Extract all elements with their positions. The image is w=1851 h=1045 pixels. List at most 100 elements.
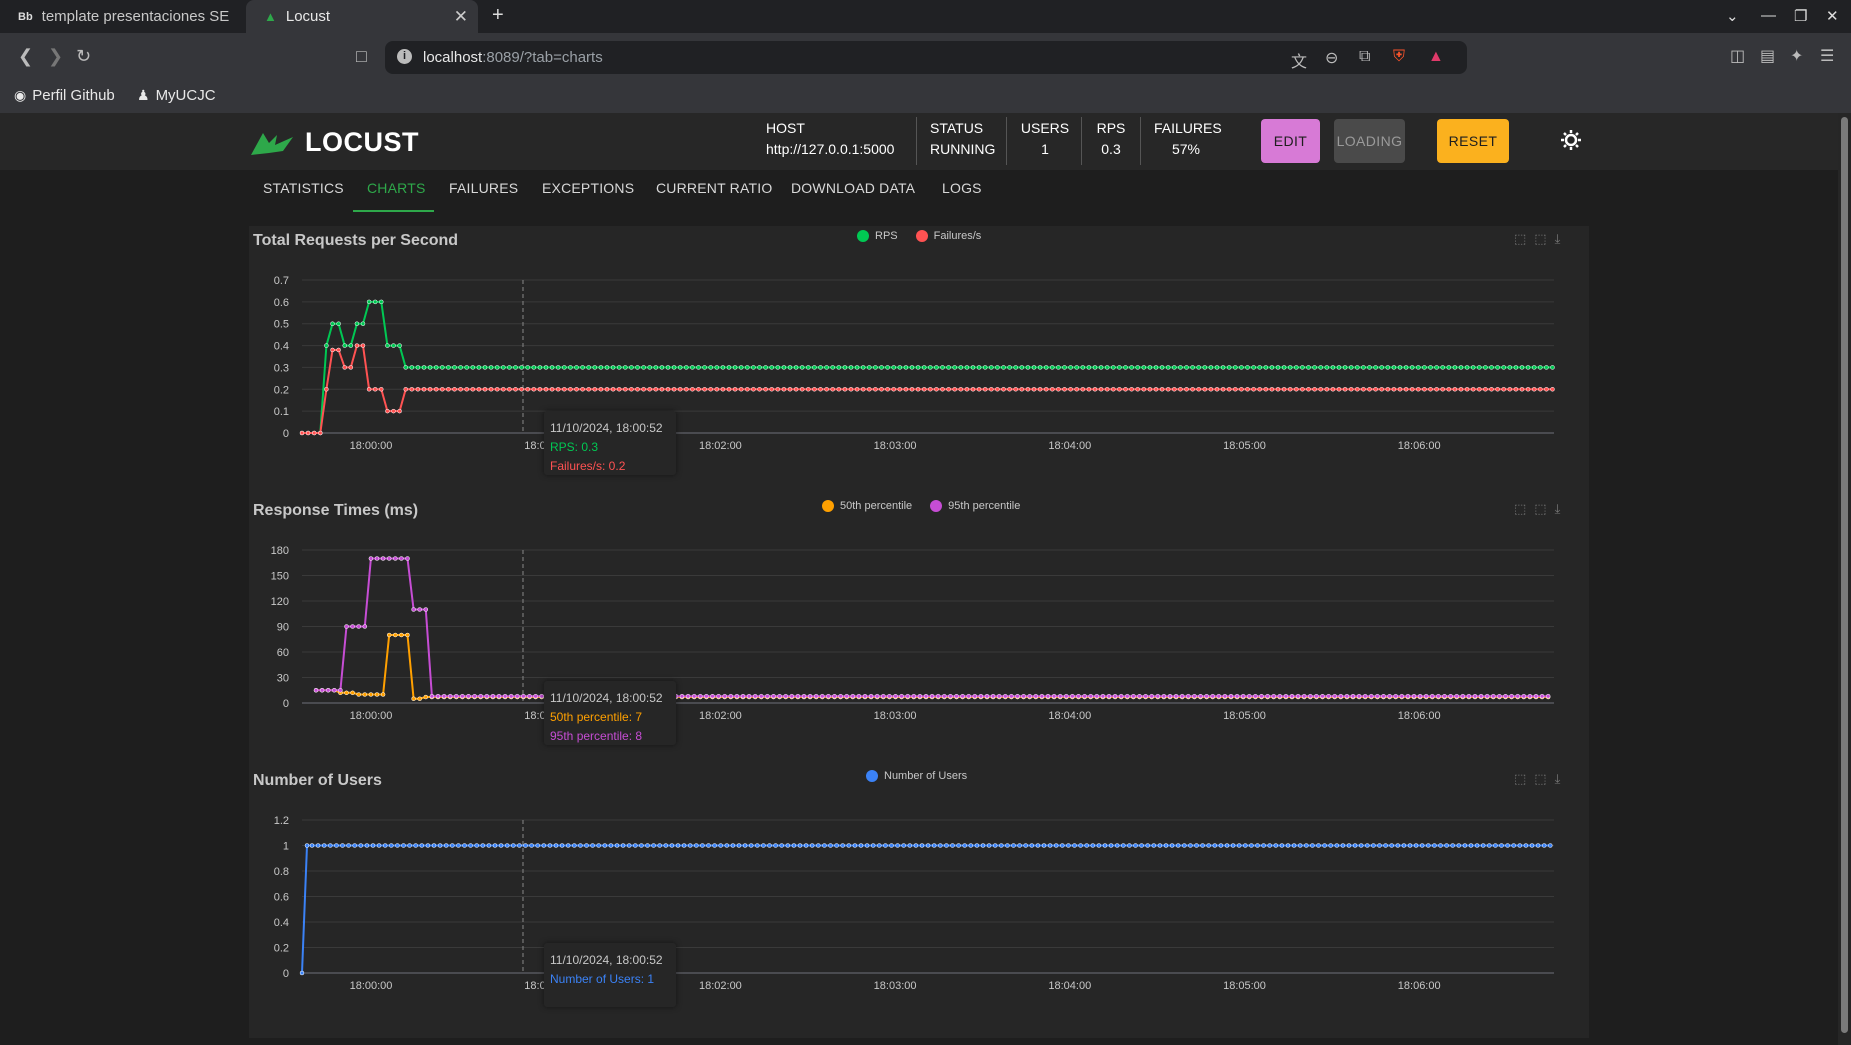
data-point <box>1548 843 1553 848</box>
data-point <box>1275 387 1281 392</box>
data-point <box>364 843 370 848</box>
data-point <box>934 387 939 392</box>
data-point <box>785 843 791 848</box>
data-point <box>470 387 476 392</box>
data-point <box>1100 693 1106 699</box>
data-point <box>694 843 699 848</box>
data-point <box>1440 365 1445 370</box>
sidebar-icon[interactable]: ◫ <box>1730 46 1745 66</box>
bookmark-icon[interactable]: □ <box>356 46 367 67</box>
data-point <box>360 321 366 326</box>
data-point <box>568 387 573 392</box>
translate-icon[interactable]: 文 <box>1291 48 1307 72</box>
data-point <box>809 843 815 848</box>
data-point <box>830 387 835 392</box>
tab-failures[interactable]: FAILURES <box>449 180 518 196</box>
address-bar[interactable]: i localhost:8089/?tab=charts 文 ⊖ ⧉ ⛨ ▲ <box>385 41 1467 74</box>
data-point <box>584 843 589 848</box>
data-point <box>543 365 549 370</box>
data-point <box>515 693 520 699</box>
data-point <box>328 843 333 848</box>
data-point <box>759 693 764 699</box>
data-point <box>684 365 689 370</box>
tab-download-data[interactable]: DOWNLOAD DATA <box>791 180 915 196</box>
tab-exceptions[interactable]: EXCEPTIONS <box>542 180 634 196</box>
data-point <box>452 387 457 392</box>
url-text[interactable]: localhost:8089/?tab=charts <box>423 49 603 66</box>
data-point <box>1106 693 1112 699</box>
chart-plot[interactable]: 00.20.40.60.811.218:00:0018:01:0018:02:0… <box>249 766 1589 1036</box>
chart-plot[interactable]: 030609012015018018:00:0018:01:0018:02:00… <box>249 496 1589 766</box>
data-point <box>1452 365 1458 370</box>
reload-icon[interactable]: ↻ <box>76 46 91 67</box>
browser-tab-template[interactable]: Bb template presentaciones SE <box>0 0 242 33</box>
data-point <box>874 693 880 699</box>
data-point <box>1391 387 1397 392</box>
brave-shields-icon[interactable]: ⛨ <box>1393 48 1405 66</box>
data-point <box>458 387 463 392</box>
tab-current-ratio[interactable]: CURRENT RATIO <box>656 180 772 196</box>
data-point <box>1190 387 1195 392</box>
close-window-icon[interactable]: ✕ <box>1826 7 1839 25</box>
leo-ai-icon[interactable]: ✦ <box>1790 46 1803 66</box>
data-point <box>934 365 939 370</box>
y-tick-label: 0.5 <box>274 319 289 331</box>
data-point <box>919 843 925 848</box>
data-point <box>1114 843 1120 848</box>
loading-button[interactable]: LOADING <box>1334 119 1405 163</box>
data-point <box>1029 843 1035 848</box>
data-point <box>386 632 392 638</box>
page-scrollbar[interactable] <box>1838 113 1851 1045</box>
bookmark-github[interactable]: ◉ Perfil Github <box>14 87 115 104</box>
scrollbar-thumb[interactable] <box>1841 117 1848 1033</box>
zoom-out-icon[interactable]: ⊖ <box>1325 48 1338 68</box>
brave-rewards-icon[interactable]: ▲ <box>1428 48 1444 66</box>
reset-button[interactable]: RESET <box>1437 119 1509 163</box>
new-tab-icon[interactable]: + <box>492 4 504 27</box>
data-point <box>372 387 378 392</box>
data-point <box>429 693 435 699</box>
share-icon[interactable]: ⧉ <box>1359 48 1370 66</box>
data-point <box>1466 693 1472 699</box>
data-point <box>350 690 355 696</box>
locust-logo[interactable]: LOCUST <box>249 127 419 158</box>
data-point <box>1409 387 1415 392</box>
chart-plot[interactable]: 00.10.20.30.40.50.60.718:00:0018:01:0018… <box>249 226 1589 496</box>
data-point <box>348 365 354 370</box>
site-info-icon[interactable]: i <box>397 49 412 64</box>
data-point <box>1419 843 1425 848</box>
chart-block: Response Times (ms) 50th percentile 95th p… <box>249 496 1589 766</box>
data-point <box>948 693 953 699</box>
tab-statistics[interactable]: STATISTICS <box>263 180 344 196</box>
back-icon[interactable]: ❮ <box>18 46 33 67</box>
minimize-icon[interactable]: — <box>1761 7 1776 24</box>
data-point <box>405 632 410 638</box>
tab-search-chevron-icon[interactable]: ⌄ <box>1726 7 1739 25</box>
tab-charts[interactable]: CHARTS <box>367 180 426 196</box>
data-point <box>923 693 929 699</box>
data-point <box>519 365 524 370</box>
data-point <box>1452 387 1458 392</box>
data-point <box>787 387 793 392</box>
menu-icon[interactable]: ☰ <box>1820 46 1834 66</box>
browser-tab-locust[interactable]: ▲ Locust ✕ <box>246 0 478 33</box>
data-point <box>1428 387 1433 392</box>
data-point <box>1531 387 1537 392</box>
data-point <box>395 843 400 848</box>
edit-button[interactable]: EDIT <box>1261 119 1320 163</box>
tab-logs[interactable]: LOGS <box>942 180 982 196</box>
data-point <box>873 387 878 392</box>
bookmark-myucjc[interactable]: ♟ MyUCJC <box>137 87 216 104</box>
divider <box>916 117 917 165</box>
forward-icon[interactable]: ❯ <box>48 46 63 67</box>
close-tab-icon[interactable]: ✕ <box>454 7 468 27</box>
data-point <box>881 693 886 699</box>
data-point <box>452 365 457 370</box>
maximize-icon[interactable]: ❐ <box>1794 7 1807 25</box>
data-point <box>1489 365 1494 370</box>
data-point <box>665 387 671 392</box>
data-point <box>433 387 439 392</box>
data-point <box>1253 693 1258 699</box>
wallet-icon[interactable]: ▤ <box>1760 46 1775 66</box>
theme-toggle-icon[interactable] <box>1560 129 1582 151</box>
